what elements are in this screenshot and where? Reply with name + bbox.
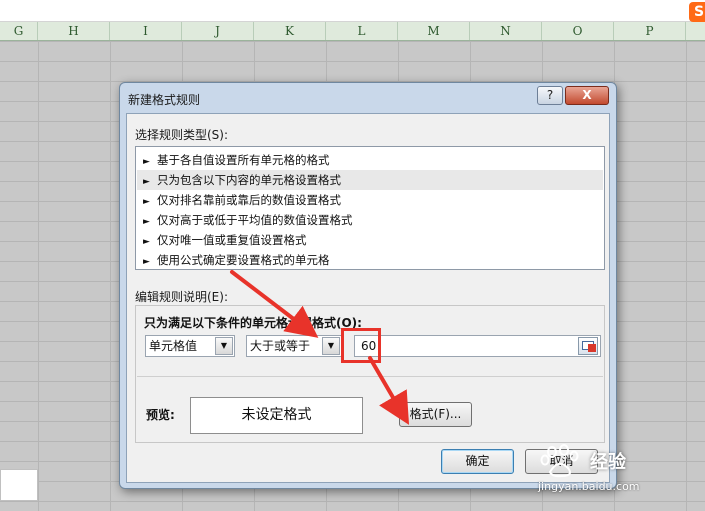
column-header-row: G H I J K L M N O P: [0, 22, 705, 41]
arrow-right-icon: ►: [143, 217, 150, 227]
rule-type-item[interactable]: ► 使用公式确定要设置格式的单元格: [137, 250, 603, 270]
column-header-m[interactable]: M: [398, 22, 470, 40]
range-marker-icon: [588, 344, 596, 352]
chevron-down-icon[interactable]: ▼: [215, 337, 233, 355]
operator-dropdown-text: 大于或等于: [250, 339, 311, 353]
rule-type-item[interactable]: ► 基于各自值设置所有单元格的格式: [137, 150, 603, 170]
column-header-g[interactable]: G: [0, 22, 38, 40]
annotation-highlight-box: [341, 328, 381, 363]
column-header-k[interactable]: K: [254, 22, 326, 40]
watermark-brand: 经验: [590, 452, 626, 473]
formula-bar-area: [0, 0, 705, 22]
cell-value-dropdown[interactable]: 单元格值 ▼: [145, 335, 235, 357]
watermark: 经验 jingyan.baidu.com: [532, 442, 702, 502]
column-header-p[interactable]: P: [614, 22, 686, 40]
rule-type-label: 选择规则类型(S):: [135, 128, 229, 142]
rule-type-item[interactable]: ► 仅对高于或低于平均值的数值设置格式: [137, 210, 603, 230]
arrow-right-icon: ►: [143, 177, 150, 187]
rule-type-item-selected[interactable]: ► 只为包含以下内容的单元格设置格式: [137, 170, 603, 190]
value-input[interactable]: 60: [354, 335, 601, 357]
column-header-l[interactable]: L: [326, 22, 398, 40]
new-format-rule-dialog: 新建格式规则 ? X 选择规则类型(S): ► 基于各自值设置所有单元格的格式 ►…: [119, 82, 617, 489]
rule-type-item[interactable]: ► 仅对排名靠前或靠后的数值设置格式: [137, 190, 603, 210]
rule-description-panel: 只为满足以下条件的单元格设置格式(O): 单元格值 ▼ 大于或等于 ▼ 60 预…: [135, 305, 605, 443]
format-button[interactable]: 格式(F)...: [399, 402, 472, 427]
baidu-paw-icon: [540, 444, 579, 478]
dialog-titlebar[interactable]: 新建格式规则 ? X: [120, 83, 616, 113]
operator-dropdown[interactable]: 大于或等于 ▼: [246, 335, 342, 357]
sogou-logo-icon: S: [689, 2, 705, 22]
column-header-j[interactable]: J: [182, 22, 254, 40]
dialog-body: 选择规则类型(S): ► 基于各自值设置所有单元格的格式 ► 只为包含以下内容的单元…: [126, 113, 610, 483]
arrow-right-icon: ►: [143, 237, 150, 247]
cell-reference-button[interactable]: [578, 337, 598, 355]
chevron-down-icon[interactable]: ▼: [322, 337, 340, 355]
column-header-n[interactable]: N: [470, 22, 542, 40]
watermark-site: jingyan.baidu.com: [538, 480, 640, 493]
divider: [137, 376, 603, 377]
selected-cell[interactable]: [0, 469, 38, 501]
preview-label: 预览:: [146, 408, 175, 422]
dialog-title: 新建格式规则: [128, 93, 201, 107]
column-header-o[interactable]: O: [542, 22, 614, 40]
close-button[interactable]: X: [565, 86, 609, 105]
column-header-i[interactable]: I: [110, 22, 182, 40]
arrow-right-icon: ►: [143, 157, 150, 167]
arrow-right-icon: ►: [143, 257, 150, 267]
arrow-right-icon: ►: [143, 197, 150, 207]
column-header-h[interactable]: H: [38, 22, 110, 40]
format-preview: 未设定格式: [190, 397, 363, 434]
ok-button[interactable]: 确定: [441, 449, 514, 474]
rule-type-list[interactable]: ► 基于各自值设置所有单元格的格式 ► 只为包含以下内容的单元格设置格式 ► 仅对排名…: [135, 146, 605, 270]
cell-value-dropdown-text: 单元格值: [149, 339, 198, 353]
rule-type-item[interactable]: ► 仅对唯一值或重复值设置格式: [137, 230, 603, 250]
rule-description-label: 编辑规则说明(E):: [135, 290, 228, 304]
help-button[interactable]: ?: [537, 86, 563, 105]
condition-label: 只为满足以下条件的单元格设置格式(O):: [144, 316, 362, 330]
